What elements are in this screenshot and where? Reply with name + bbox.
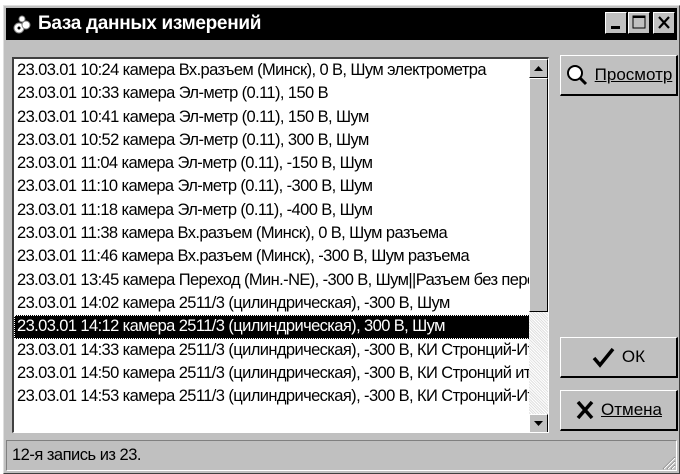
cancel-button-label: Отмена <box>601 400 662 419</box>
view-button[interactable]: Просмотр <box>560 55 678 96</box>
cross-icon <box>576 400 594 420</box>
list-item[interactable]: 23.03.01 14:50 камера 2511/3 (цилиндриче… <box>14 362 530 385</box>
minimize-icon <box>611 26 620 29</box>
maximize-icon <box>632 15 646 29</box>
list-item[interactable]: 23.03.01 11:04 камера Эл-метр (0.11), -1… <box>14 152 530 175</box>
magnifier-icon <box>566 65 587 86</box>
close-button[interactable] <box>653 12 675 34</box>
measurements-list[interactable]: 23.03.01 10:24 камера Вх.разъем (Минск),… <box>12 57 549 433</box>
database-dialog: База данных измерений 23.03.01 10:24 кам… <box>3 5 680 474</box>
scroll-thumb[interactable] <box>529 78 548 312</box>
list-item[interactable]: 23.03.01 11:38 камера Вх.разъем (Минск),… <box>14 222 530 245</box>
close-icon <box>658 16 670 29</box>
status-bar: 12-я запись из 23. <box>6 440 677 471</box>
list-item-selected[interactable]: 23.03.01 14:12 камера 2511/3 (цилиндриче… <box>14 315 530 339</box>
list-item[interactable]: 23.03.01 11:46 камера Вх.разъем (Минск),… <box>14 245 530 268</box>
list-item[interactable]: 23.03.01 10:52 камера Эл-метр (0.11), 30… <box>14 129 530 152</box>
app-icon <box>13 15 31 34</box>
list-item[interactable]: 23.03.01 14:33 камера 2511/3 (цилиндриче… <box>14 339 530 362</box>
status-text: 12-я запись из 23. <box>12 446 142 464</box>
checkmark-icon <box>592 347 615 368</box>
list-item[interactable]: 23.03.01 10:41 камера Эл-метр (0.11), 15… <box>14 106 530 129</box>
ok-button-label: ОК <box>621 347 646 366</box>
window-controls <box>604 12 675 34</box>
list-item[interactable]: 23.03.01 10:24 камера Вх.разъем (Минск),… <box>14 59 530 82</box>
list-item[interactable]: 23.03.01 13:45 камера Переход (Мин.-NE),… <box>14 269 530 292</box>
list-rows: 23.03.01 10:24 камера Вх.разъем (Минск),… <box>14 59 530 432</box>
scroll-down-arrow-icon <box>534 421 543 426</box>
list-item[interactable]: 23.03.01 11:10 камера Эл-метр (0.11), -3… <box>14 175 530 198</box>
list-item[interactable]: 23.03.01 11:18 камера Эл-метр (0.11), -4… <box>14 199 530 222</box>
view-button-label: Просмотр <box>594 65 673 84</box>
maximize-button[interactable] <box>628 12 650 34</box>
ok-button[interactable]: ОК <box>560 337 678 378</box>
list-item[interactable]: 23.03.01 14:53 камера 2511/3 (цилиндриче… <box>14 385 530 408</box>
scroll-up-button[interactable] <box>529 59 548 78</box>
list-item[interactable]: 23.03.01 10:33 камера Эл-метр (0.11), 15… <box>14 82 530 105</box>
window-title: База данных измерений <box>38 13 262 34</box>
resize-grip-icon[interactable] <box>660 454 676 470</box>
scroll-down-button[interactable] <box>529 414 548 432</box>
vertical-scrollbar[interactable] <box>529 59 548 432</box>
scroll-up-arrow-icon <box>534 66 543 71</box>
list-item[interactable]: 23.03.01 14:02 камера 2511/3 (цилиндриче… <box>14 292 530 315</box>
title-bar[interactable]: База данных измерений <box>6 8 677 40</box>
cancel-button[interactable]: Отмена <box>560 390 678 431</box>
minimize-button[interactable] <box>605 12 627 34</box>
